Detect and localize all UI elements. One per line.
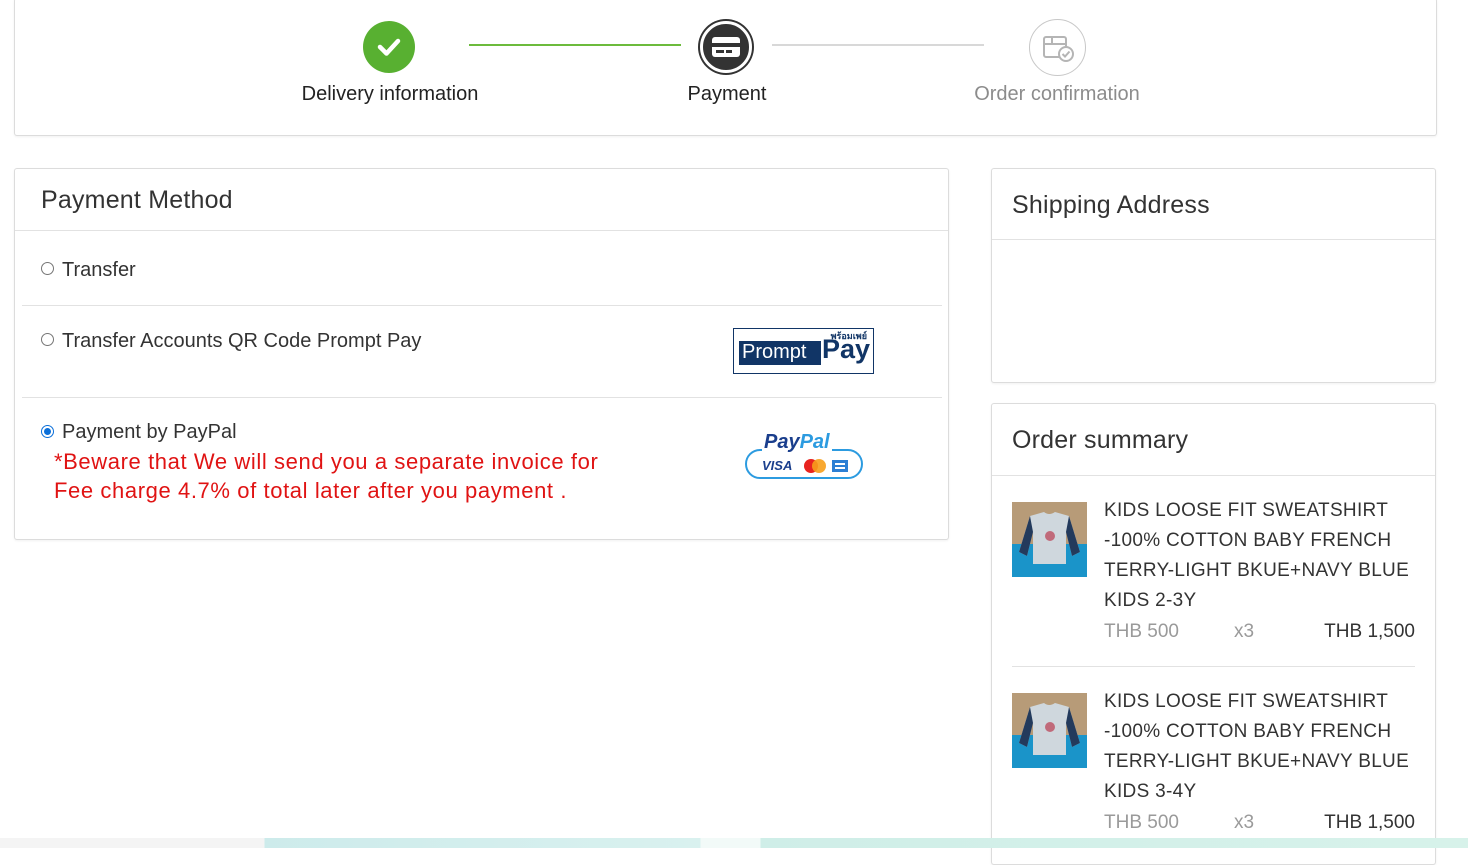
option-transfer-label[interactable]: Transfer [62,259,136,282]
order-summary-title: Order summary [1012,426,1189,454]
item-name-line: -100% COTTON BABY FRENCH [1104,721,1392,742]
checkout-stepper: Delivery information Payment Order confi… [14,0,1437,136]
promptpay-logo-prompt: Prompt [742,341,807,363]
item-name-line: TERRY-LIGHT BKUE+NAVY BLUE [1104,560,1410,581]
divider [22,397,942,398]
step-connector-pending [772,44,984,46]
paypal-fee-warning-line2: Fee charge 4.7% of total later after you… [54,478,568,503]
shipping-address-card: Shipping Address [991,168,1436,383]
paypal-fee-warning-line1: *Beware that We will send you a separate… [54,449,599,474]
option-paypal-label[interactable]: Payment by PayPal [62,421,237,444]
step-connector-done [469,44,681,46]
payment-method-card: Payment Method Transfer Transfer Account… [14,168,949,540]
paypal-logo-pal: Pal [799,431,830,453]
bottom-gradient-strip [0,838,1468,848]
item-name-line: -100% COTTON BABY FRENCH [1104,530,1392,551]
step-done-check-icon [363,21,415,73]
divider [22,305,942,306]
step-label-payment: Payment [687,83,767,105]
item-name-line: KIDS 3-4Y [1104,781,1197,802]
item-name-line: KIDS LOOSE FIT SWEATSHIRT [1104,500,1389,521]
item-name-line: KIDS LOOSE FIT SWEATSHIRT [1104,691,1389,712]
product-thumbnail[interactable] [1012,693,1087,768]
payment-method-title: Payment Method [41,186,233,214]
promptpay-logo: พร้อมเพย์ Prompt Pay [733,328,874,374]
item-unit-price: THB 500 [1104,621,1179,642]
option-promptpay-label[interactable]: Transfer Accounts QR Code Prompt Pay [62,330,421,353]
step-active-card-icon [700,21,752,73]
paypal-logo: PayPal VISA [742,429,867,482]
divider [992,475,1435,476]
step-pending-box-icon [1029,19,1086,76]
divider [1012,666,1415,667]
item-quantity: x3 [1234,812,1255,833]
divider [992,239,1435,240]
step-label-confirmation: Order confirmation [974,83,1140,105]
shipping-address-title: Shipping Address [1012,191,1210,219]
mastercard-icon [804,459,826,473]
item-name-line: KIDS 2-3Y [1104,590,1197,611]
order-summary-card: Order summary KIDS LOOSE FIT SWEATSHIRT … [991,403,1436,865]
paypal-logo-pay: Pay [764,431,800,453]
item-total-price: THB 1,500 [1324,621,1415,642]
item-quantity: x3 [1234,621,1255,642]
promptpay-logo-pay: Pay [822,334,871,364]
divider [15,230,948,231]
amex-icon [832,460,848,472]
radio-promptpay[interactable] [41,333,54,346]
step-label-delivery[interactable]: Delivery information [302,83,479,106]
product-thumbnail[interactable] [1012,502,1087,577]
radio-paypal[interactable] [41,425,54,438]
visa-text: VISA [762,458,793,473]
item-name-line: TERRY-LIGHT BKUE+NAVY BLUE [1104,751,1410,772]
item-total-price: THB 1,500 [1324,812,1415,833]
radio-transfer[interactable] [41,262,54,275]
item-unit-price: THB 500 [1104,812,1179,833]
